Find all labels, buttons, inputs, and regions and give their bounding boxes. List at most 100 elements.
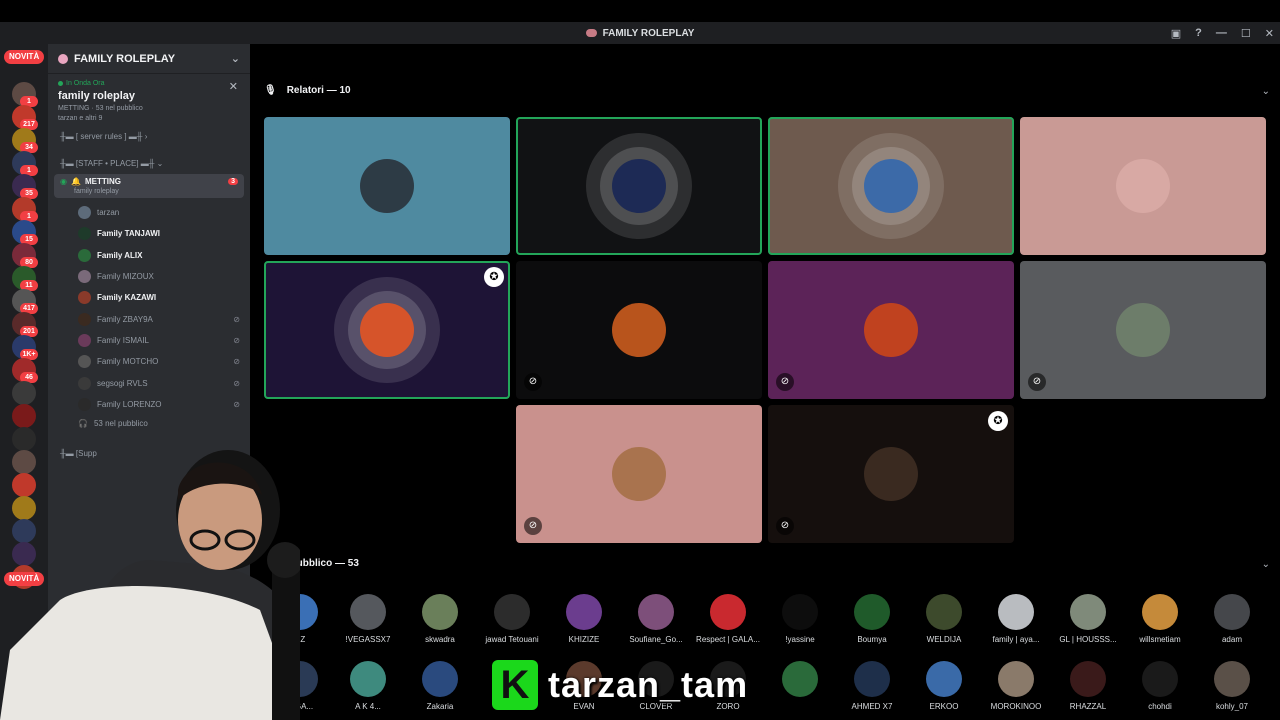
avatar <box>926 594 962 630</box>
speaker-tile[interactable] <box>264 117 510 255</box>
audience-member[interactable]: kohly_07 <box>1196 661 1268 711</box>
avatar <box>1142 661 1178 697</box>
audience-name: RHAZZAL <box>1069 702 1107 711</box>
audience-header-label: Pubblico — 53 <box>290 558 359 569</box>
category-support[interactable]: ╫▬ [Supp <box>48 445 250 462</box>
audience-member[interactable]: MOROKINOO <box>980 661 1052 711</box>
on-air-panel[interactable]: In Onda Ora family roleplay METTING · 53… <box>48 74 250 124</box>
avatar <box>282 594 318 630</box>
audience-member[interactable]: ERKOO <box>908 661 980 711</box>
avatar <box>864 159 918 213</box>
stage-member[interactable]: Family LORENZO ⊘ <box>48 394 250 415</box>
stage-member[interactable]: Family ISMAIL ⊘ <box>48 330 250 351</box>
audience-member[interactable]: Respect | GALA... <box>692 594 764 644</box>
stage-member[interactable]: Family TANJAWI <box>48 223 250 244</box>
audience-member[interactable]: A K 4... <box>332 661 404 711</box>
user-panel[interactable]: tarzan tarzan0934 🎙 <box>48 678 250 720</box>
new-label[interactable]: NOVITÀ <box>4 572 45 586</box>
audience-name: DZ <box>294 635 306 644</box>
speaker-tile[interactable] <box>1020 117 1266 255</box>
stage-name: family roleplay <box>58 90 136 102</box>
server-icon[interactable] <box>12 473 36 497</box>
stage-member[interactable]: Family MIZOUX <box>48 266 250 287</box>
stage-member[interactable]: Family ZBAY9A ⊘ <box>48 308 250 329</box>
audience-member[interactable]: adam <box>1196 594 1268 644</box>
audience-header[interactable]: Pubblico — 53 <box>290 558 359 569</box>
microphone-icon[interactable]: 🎙 <box>231 694 242 705</box>
audience-member[interactable]: Soufiane_Go... <box>620 594 692 644</box>
minimize-icon[interactable]: — <box>1216 27 1227 39</box>
channel-name: METTING <box>84 177 121 186</box>
speaker-tile[interactable]: ✪ <box>264 261 510 399</box>
server-icon[interactable] <box>12 519 36 543</box>
speaker-tile[interactable] <box>768 117 1014 255</box>
audience-count-row[interactable]: 🎧 53 nel pubblico <box>48 415 250 433</box>
audience-member[interactable]: Boumya <box>836 594 908 644</box>
mic-muted-icon: ⊘ <box>776 517 794 535</box>
live-label: In Onda Ora <box>66 80 105 87</box>
member-name: Family KAZAWI <box>97 293 157 303</box>
chevron-down-icon[interactable]: ⌄ <box>1262 559 1270 570</box>
close-icon[interactable]: ✕ <box>229 80 238 93</box>
server-icon[interactable] <box>12 404 36 428</box>
audience-member[interactable]: Zakaria <box>404 661 476 711</box>
audience-member[interactable]: AHMED X7 <box>836 661 908 711</box>
new-label[interactable]: NOVITÀ <box>4 50 45 64</box>
speaker-tile[interactable]: ⊘ ✪ <box>768 405 1014 543</box>
audience-member[interactable]: KHIZIZE <box>548 594 620 644</box>
help-icon[interactable]: ? <box>1195 27 1202 39</box>
speaker-tile[interactable] <box>516 117 762 255</box>
server-icon[interactable] <box>12 542 36 566</box>
avatar <box>78 291 91 305</box>
audience-member[interactable] <box>764 661 836 702</box>
stage-member[interactable]: Family MOTCHO ⊘ <box>48 351 250 372</box>
server-icon[interactable] <box>12 381 36 405</box>
user-display-name: tarzan <box>84 690 111 701</box>
stage-member[interactable]: segsogi RVLS ⊘ <box>48 372 250 393</box>
speaker-tile[interactable]: ⊘ <box>516 261 762 399</box>
chevron-down-icon[interactable]: ⌄ <box>1262 86 1270 97</box>
member-name: segsogi RVLS <box>97 378 148 388</box>
speaker-tile[interactable]: ⊘ <box>516 405 762 543</box>
avatar <box>1116 159 1170 213</box>
audience-member[interactable]: family | aya... <box>980 594 1052 644</box>
speakers-header[interactable]: 🎙 Relatori — 10 <box>264 85 351 96</box>
avatar <box>998 594 1034 630</box>
stage-member[interactable]: Family KAZAWI <box>48 287 250 308</box>
avatar <box>926 661 962 697</box>
inbox-icon[interactable]: ▣ <box>1171 27 1181 40</box>
close-window-icon[interactable]: ✕ <box>1265 27 1274 40</box>
avatar[interactable] <box>56 689 76 709</box>
avatar <box>1116 303 1170 357</box>
speaker-tile[interactable]: ⊘ <box>1020 261 1266 399</box>
audience-member[interactable]: chohdi <box>1124 661 1196 711</box>
audience-member[interactable]: RHAZZAL <box>1052 661 1124 711</box>
audience-member[interactable]: willsmetiam <box>1124 594 1196 644</box>
category-server-rules[interactable]: ╫▬ [ server rules ] ▬╫ › <box>48 128 250 145</box>
speaker-tile[interactable]: ⊘ <box>768 261 1014 399</box>
chevron-down-icon[interactable]: ⌄ <box>231 52 240 65</box>
audience-member[interactable]: !VEGASSX7 <box>332 594 404 644</box>
audience-member[interactable]: jawad Tetouani <box>476 594 548 644</box>
server-icon[interactable] <box>12 450 36 474</box>
member-name: Family ALIX <box>97 250 143 260</box>
audience-name: Boumya <box>857 635 887 644</box>
maximize-icon[interactable]: ☐ <box>1241 27 1251 40</box>
stage-member[interactable]: Family ALIX <box>48 245 250 266</box>
audience-member[interactable]: NIGA... <box>264 661 336 711</box>
moderator-icon: ✪ <box>484 267 504 287</box>
server-icon[interactable] <box>12 496 36 520</box>
channel-sidebar: FAMILY ROLEPLAY ⌄ In Onda Ora family rol… <box>48 44 250 720</box>
category-staff-place[interactable]: ╫▬ [STAFF • PLACE] ▬╫ ⌄ <box>48 155 250 172</box>
audience-member[interactable]: !yassine <box>764 594 836 644</box>
server-header[interactable]: FAMILY ROLEPLAY ⌄ <box>48 44 250 74</box>
audience-member[interactable]: GL | HOUSSS... <box>1052 594 1124 644</box>
audience-name: kohly_07 <box>1215 702 1249 711</box>
avatar <box>78 206 91 220</box>
audience-member[interactable]: WELDIJA <box>908 594 980 644</box>
audience-member[interactable]: DZ <box>264 594 336 644</box>
stage-member[interactable]: tarzan <box>48 202 250 223</box>
stage-channel-metting[interactable]: ◉ 🔔 METTING 3 family roleplay <box>54 174 244 198</box>
audience-member[interactable]: skwadra <box>404 594 476 644</box>
server-icon[interactable] <box>12 427 36 451</box>
